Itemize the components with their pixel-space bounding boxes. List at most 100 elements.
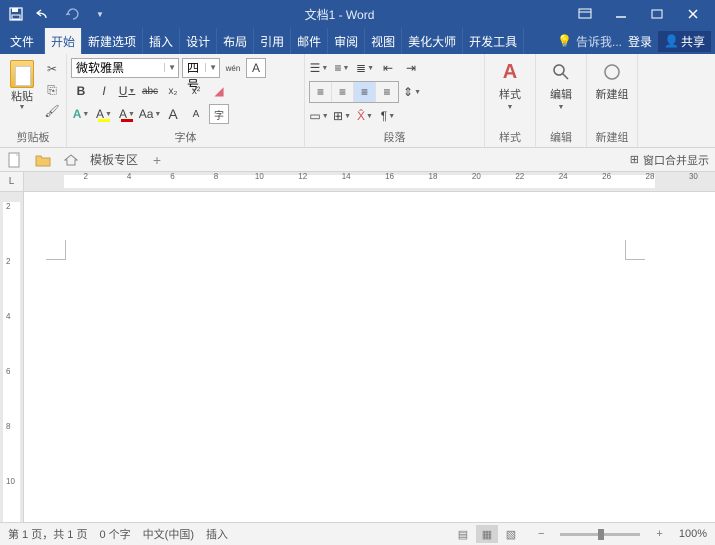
bullets-icon[interactable]: ☰▼	[309, 58, 329, 78]
tab-design[interactable]: 设计	[180, 28, 217, 54]
align-center-icon[interactable]: ≡	[332, 82, 354, 102]
subscript-button[interactable]: x₂	[163, 81, 183, 101]
tab-mail[interactable]: 邮件	[291, 28, 328, 54]
group-label-font: 字体	[71, 127, 300, 147]
template-tab[interactable]: 模板专区	[90, 151, 138, 168]
font-name-select[interactable]: 微软雅黑▼	[71, 58, 179, 78]
tab-review[interactable]: 审阅	[328, 28, 365, 54]
tab-layout[interactable]: 布局	[217, 28, 254, 54]
bold-button[interactable]: B	[71, 81, 91, 101]
char-border-icon[interactable]: A	[246, 58, 266, 78]
chevron-down-icon: ▼	[507, 104, 514, 111]
newgroup-button[interactable]: 新建组	[591, 56, 633, 102]
tell-me[interactable]: 💡告诉我...	[557, 33, 622, 50]
tab-selector[interactable]: L	[0, 172, 24, 191]
increase-indent-icon[interactable]: ⇥	[401, 58, 421, 78]
tab-file[interactable]: 文件	[0, 28, 45, 54]
shrink-font-icon[interactable]: A	[186, 104, 206, 124]
minimize-icon[interactable]	[607, 4, 635, 24]
window-merge-button[interactable]: ⊞窗口合并显示	[630, 152, 709, 168]
window-controls	[571, 4, 715, 24]
cut-icon[interactable]: ✂	[42, 60, 62, 78]
styles-button[interactable]: A 样式 ▼	[489, 56, 531, 111]
align-left-icon[interactable]: ≡	[310, 82, 332, 102]
group-label-editing: 编辑	[540, 127, 582, 147]
zoom-out-icon[interactable]: −	[534, 528, 548, 540]
change-case-icon[interactable]: Aa▼	[140, 104, 160, 124]
borders-icon[interactable]: ⊞▼	[332, 106, 352, 126]
font-size-select[interactable]: 四号▼	[182, 58, 220, 78]
font-color-icon[interactable]: A▼	[117, 104, 137, 124]
zoom-level[interactable]: 100%	[679, 528, 707, 540]
read-mode-icon[interactable]: ▤	[452, 525, 474, 543]
margin-mark	[625, 240, 645, 260]
tab-newoption[interactable]: 新建选项	[82, 28, 143, 54]
decrease-indent-icon[interactable]: ⇤	[378, 58, 398, 78]
styles-icon: A	[498, 60, 522, 84]
new-doc-icon[interactable]	[6, 151, 24, 169]
clear-format-icon[interactable]: ◢	[209, 81, 229, 101]
format-painter-icon[interactable]: 🖌	[42, 102, 62, 120]
horizontal-ruler[interactable]: 24681012141618202224262830	[24, 172, 715, 191]
home-icon[interactable]	[62, 151, 80, 169]
tab-references[interactable]: 引用	[254, 28, 291, 54]
status-mode[interactable]: 插入	[206, 526, 228, 542]
zoom-in-icon[interactable]: +	[652, 528, 666, 540]
maximize-icon[interactable]	[643, 4, 671, 24]
qat-customize-icon[interactable]: ▼	[92, 6, 108, 22]
show-marks-icon[interactable]: ¶▼	[378, 106, 398, 126]
text-effects-icon[interactable]: A▼	[71, 104, 91, 124]
title-bar: ▼ 文档1 - Word	[0, 0, 715, 28]
chevron-down-icon: ▼	[164, 63, 176, 72]
chevron-down-icon: ▼	[205, 63, 217, 72]
status-page[interactable]: 第 1 页，共 1 页	[8, 526, 87, 542]
highlight-icon[interactable]: A▼	[94, 104, 114, 124]
group-font: 微软雅黑▼ 四号▼ wén A B I U▼ abc x₂ x² ◢ A▼ A▼…	[67, 54, 305, 147]
italic-button[interactable]: I	[94, 81, 114, 101]
document-area: 2246810	[0, 192, 715, 522]
sort-icon[interactable]: X̂▼	[355, 106, 375, 126]
tab-developer[interactable]: 开发工具	[463, 28, 524, 54]
copy-icon[interactable]: ⎘	[42, 81, 62, 99]
status-language[interactable]: 中文(中国)	[143, 526, 194, 542]
circled-char-icon[interactable]: 字	[209, 104, 229, 124]
underline-button[interactable]: U▼	[117, 81, 137, 101]
group-clipboard: 粘贴 ▼ ✂ ⎘ 🖌 剪贴板	[0, 54, 67, 147]
undo-icon[interactable]	[36, 6, 52, 22]
login-button[interactable]: 登录	[628, 33, 652, 50]
numbering-icon[interactable]: ≡▼	[332, 58, 352, 78]
paste-button[interactable]: 粘贴 ▼	[4, 56, 40, 111]
tab-insert[interactable]: 插入	[143, 28, 180, 54]
close-icon[interactable]	[679, 4, 707, 24]
share-button[interactable]: 👤共享	[658, 31, 711, 52]
ribbon: 粘贴 ▼ ✂ ⎘ 🖌 剪贴板 微软雅黑▼ 四号▼ wén A B I U▼	[0, 54, 715, 148]
group-editing: 编辑 ▼ 编辑	[536, 54, 587, 147]
grow-font-icon[interactable]: A	[163, 104, 183, 124]
document-page[interactable]	[24, 192, 715, 522]
add-tab-icon[interactable]: +	[148, 151, 166, 169]
print-layout-icon[interactable]: ▦	[476, 525, 498, 543]
tab-beautify[interactable]: 美化大师	[402, 28, 463, 54]
redo-icon[interactable]	[64, 6, 80, 22]
chevron-down-icon: ▼	[19, 104, 26, 111]
open-folder-icon[interactable]	[34, 151, 52, 169]
line-spacing-icon[interactable]: ⇕▼	[402, 82, 422, 102]
pinyin-guide-icon[interactable]: wén	[223, 58, 243, 78]
align-distribute-icon[interactable]: ≡	[376, 82, 398, 102]
ribbon-display-icon[interactable]	[571, 4, 599, 24]
status-words[interactable]: 0 个字	[99, 526, 130, 542]
tab-home[interactable]: 开始	[45, 28, 82, 54]
superscript-button[interactable]: x²	[186, 81, 206, 101]
tab-view[interactable]: 视图	[365, 28, 402, 54]
editing-button[interactable]: 编辑 ▼	[540, 56, 582, 111]
zoom-slider[interactable]	[560, 533, 640, 536]
save-icon[interactable]	[8, 6, 24, 22]
strikethrough-button[interactable]: abc	[140, 81, 160, 101]
window-title: 文档1 - Word	[108, 6, 571, 23]
group-label-newgroup: 新建组	[591, 127, 633, 147]
shading-icon[interactable]: ▭▼	[309, 106, 329, 126]
vertical-ruler[interactable]: 2246810	[0, 192, 24, 522]
multilevel-icon[interactable]: ≣▼	[355, 58, 375, 78]
web-layout-icon[interactable]: ▧	[500, 525, 522, 543]
align-justify-icon[interactable]: ≡	[354, 82, 376, 102]
